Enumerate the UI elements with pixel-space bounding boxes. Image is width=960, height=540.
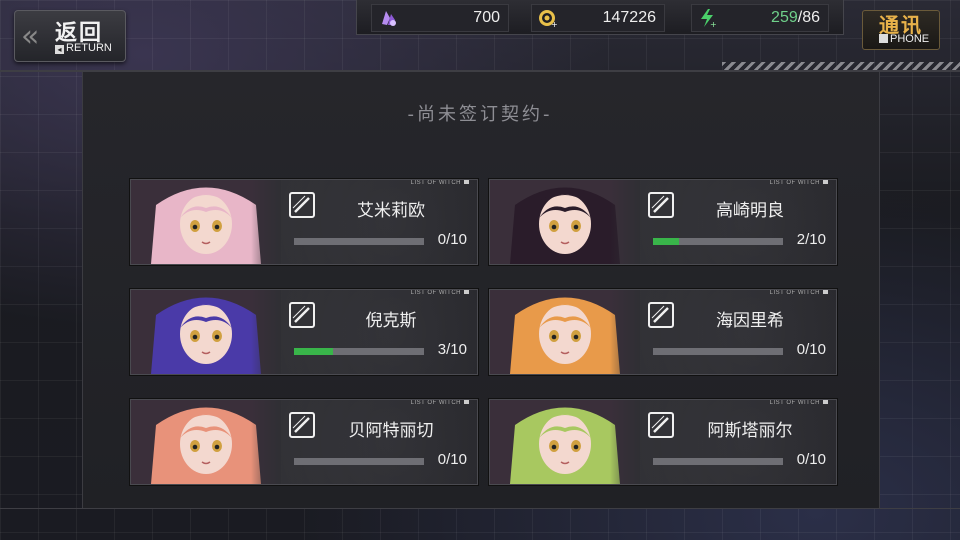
contract-pen-icon bbox=[289, 302, 315, 328]
witch-name: 倪克斯 bbox=[365, 311, 417, 331]
list-of-witch-tag: LIST OF WITCH bbox=[411, 400, 469, 406]
witch-name: 海因里希 bbox=[716, 311, 784, 331]
witch-portrait bbox=[490, 180, 640, 264]
affinity-progress-bar bbox=[294, 348, 424, 355]
portrait-image bbox=[490, 290, 640, 374]
witch-name: 贝阿特丽切 bbox=[348, 421, 434, 441]
gold-resource[interactable]: + 147226 bbox=[531, 4, 665, 32]
affinity-progress-text: 3/10 bbox=[437, 341, 467, 358]
contract-pen-icon bbox=[648, 412, 674, 438]
portrait-image bbox=[131, 180, 281, 264]
crystal-icon bbox=[382, 11, 396, 26]
affinity-progress-text: 2/10 bbox=[796, 231, 826, 248]
contract-pen-icon bbox=[289, 412, 315, 438]
contract-pen-icon bbox=[648, 192, 674, 218]
affinity-progress-bar bbox=[653, 458, 783, 465]
witch-name: 阿斯塔丽尔 bbox=[707, 421, 793, 441]
witch-portrait bbox=[490, 290, 640, 374]
coin-icon: + bbox=[539, 10, 558, 28]
affinity-progress-text: 0/10 bbox=[796, 341, 826, 358]
affinity-progress-fill bbox=[294, 348, 333, 355]
affinity-progress-bar bbox=[294, 458, 424, 465]
witch-portrait bbox=[490, 400, 640, 484]
resource-bar: 700 + 147226 + 259/86 bbox=[356, 0, 844, 35]
stamina-resource[interactable]: + 259/86 bbox=[691, 4, 829, 32]
svg-text:+: + bbox=[710, 20, 717, 28]
return-button[interactable]: « 返回 ◂ RETURN bbox=[14, 10, 126, 62]
contract-pen-icon bbox=[648, 302, 674, 328]
portrait-image bbox=[490, 400, 640, 484]
affinity-progress-text: 0/10 bbox=[796, 451, 826, 468]
energy-icon: + bbox=[701, 9, 717, 28]
phone-label-en: PHONE bbox=[879, 33, 929, 45]
list-of-witch-tag: LIST OF WITCH bbox=[770, 290, 828, 296]
portrait-image bbox=[131, 400, 281, 484]
witch-portrait bbox=[131, 180, 281, 264]
crystal-value: 700 bbox=[473, 9, 500, 26]
affinity-progress-bar bbox=[294, 238, 424, 245]
witch-card[interactable]: LIST OF WITCH 海因里希 0/10 bbox=[489, 289, 837, 375]
hazard-stripes bbox=[722, 62, 960, 70]
witch-card[interactable]: LIST OF WITCH 贝阿特丽切 0/10 bbox=[130, 399, 478, 485]
crystal-resource[interactable]: 700 bbox=[371, 4, 509, 32]
witch-name: 艾米莉欧 bbox=[357, 201, 425, 221]
stamina-value: 259/86 bbox=[771, 9, 820, 26]
list-of-witch-tag: LIST OF WITCH bbox=[411, 180, 469, 186]
back-arrows-icon: « bbox=[21, 19, 41, 54]
witch-card[interactable]: LIST OF WITCH 阿斯塔丽尔 0/10 bbox=[489, 399, 837, 485]
witch-name: 高崎明良 bbox=[716, 201, 784, 221]
witch-portrait bbox=[131, 400, 281, 484]
list-of-witch-tag: LIST OF WITCH bbox=[770, 400, 828, 406]
affinity-progress-bar bbox=[653, 238, 783, 245]
witch-card[interactable]: LIST OF WITCH 高崎明良 2/10 bbox=[489, 179, 837, 265]
witch-card[interactable]: LIST OF WITCH 倪克斯 3/10 bbox=[130, 289, 478, 375]
gold-value: 147226 bbox=[602, 9, 656, 26]
contract-pen-icon bbox=[289, 192, 315, 218]
affinity-progress-text: 0/10 bbox=[437, 451, 467, 468]
list-of-witch-tag: LIST OF WITCH bbox=[411, 290, 469, 296]
affinity-progress-bar bbox=[653, 348, 783, 355]
affinity-progress-fill bbox=[653, 238, 679, 245]
portrait-image bbox=[490, 180, 640, 264]
witch-portrait bbox=[131, 290, 281, 374]
return-label-en: ◂ RETURN bbox=[55, 42, 112, 54]
portrait-image bbox=[131, 290, 281, 374]
witch-card[interactable]: LIST OF WITCH 艾米莉欧 0/10 bbox=[130, 179, 478, 265]
affinity-progress-text: 0/10 bbox=[437, 231, 467, 248]
back-square-icon: ◂ bbox=[55, 45, 64, 54]
phone-button[interactable]: 通讯 PHONE bbox=[862, 10, 940, 50]
panel-title: -尚未签订契约- bbox=[407, 104, 553, 125]
bottom-divider bbox=[0, 508, 960, 509]
list-of-witch-tag: LIST OF WITCH bbox=[770, 180, 828, 186]
svg-text:+: + bbox=[551, 20, 558, 28]
phone-check-icon bbox=[879, 34, 888, 43]
